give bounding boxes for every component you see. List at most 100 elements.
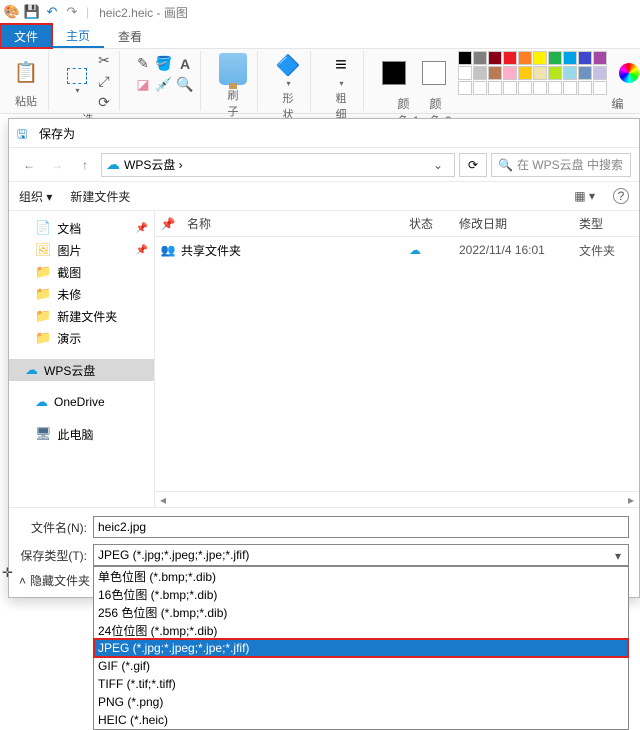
palette-swatch[interactable] xyxy=(473,66,487,80)
crop-icon[interactable]: ✂ xyxy=(95,51,113,69)
redo-icon[interactable]: ↷ xyxy=(64,4,80,20)
palette-swatch[interactable] xyxy=(473,51,487,65)
palette-swatch[interactable] xyxy=(548,81,562,95)
dialog-title: 保存为 xyxy=(39,125,75,142)
palette-swatch[interactable] xyxy=(518,51,532,65)
color2-button[interactable] xyxy=(418,59,450,87)
chevron-down-icon[interactable]: ⌄ xyxy=(426,158,450,172)
help-button[interactable]: ? xyxy=(613,188,629,204)
picker-icon[interactable]: 💉 xyxy=(155,76,173,94)
view-button[interactable]: ▦ ▾ xyxy=(574,189,595,203)
file-row[interactable]: 👥 共享文件夹 ☁ 2022/11/4 16:01 文件夹 xyxy=(155,237,639,263)
forward-button[interactable]: → xyxy=(45,153,69,177)
shapes-button[interactable]: 🔷 ▾ xyxy=(272,51,304,90)
palette-swatch[interactable] xyxy=(563,81,577,95)
chevron-down-icon[interactable]: ▾ xyxy=(610,547,626,565)
newfolder-button[interactable]: 新建文件夹 xyxy=(70,188,130,205)
nav-pictures[interactable]: 🖼图片📌 xyxy=(9,239,154,261)
palette-swatch[interactable] xyxy=(458,51,472,65)
stroke-button[interactable]: ≡ ▾ xyxy=(325,51,357,90)
palette-swatch[interactable] xyxy=(593,66,607,80)
nav-thispc[interactable]: 🖥此电脑 xyxy=(9,423,154,445)
palette-swatch[interactable] xyxy=(458,81,472,95)
palette-swatch[interactable] xyxy=(578,51,592,65)
breadcrumb-text: WPS云盘 › xyxy=(124,156,183,173)
palette-swatch[interactable] xyxy=(563,66,577,80)
file-name: 共享文件夹 xyxy=(181,242,409,259)
nav-presentation[interactable]: 📁演示 xyxy=(9,327,154,349)
nav-screenshots[interactable]: 📁截图 xyxy=(9,261,154,283)
palette-swatch[interactable] xyxy=(548,51,562,65)
resize-icon[interactable]: ⤢ xyxy=(95,72,113,90)
rotate-icon[interactable]: ⟳ xyxy=(95,93,113,111)
palette-swatch[interactable] xyxy=(533,81,547,95)
savetype-option[interactable]: TIFF (*.tif;*.tiff) xyxy=(94,675,628,693)
palette-swatch[interactable] xyxy=(593,81,607,95)
savetype-option[interactable]: 256 色位图 (*.bmp;*.dib) xyxy=(94,603,628,621)
savetype-combo[interactable]: JPEG (*.jpg;*.jpeg;*.jpe;*.jfif) ▾ 单色位图 … xyxy=(93,544,629,566)
palette-swatch[interactable] xyxy=(503,51,517,65)
tab-view[interactable]: 查看 xyxy=(104,24,156,48)
eraser-icon[interactable]: ◪ xyxy=(134,76,152,94)
pencil-icon[interactable]: ✎ xyxy=(134,55,152,73)
zoom-icon[interactable]: 🔍 xyxy=(176,76,194,94)
name-column[interactable]: 名称 xyxy=(181,215,409,232)
horizontal-scrollbar[interactable]: ◂ ▸ xyxy=(155,491,639,507)
up-button[interactable]: ↑ xyxy=(73,153,97,177)
savetype-option[interactable]: JPEG (*.jpg;*.jpeg;*.jpe;*.jfif) xyxy=(94,639,628,657)
color-palette[interactable] xyxy=(458,51,607,95)
savetype-option[interactable]: 16色位图 (*.bmp;*.dib) xyxy=(94,585,628,603)
savetype-option[interactable]: PNG (*.png) xyxy=(94,693,628,711)
palette-swatch[interactable] xyxy=(578,66,592,80)
palette-swatch[interactable] xyxy=(488,51,502,65)
nav-documents[interactable]: 📄文档📌 xyxy=(9,217,154,239)
filename-input[interactable] xyxy=(93,516,629,538)
fill-icon[interactable]: 🪣 xyxy=(155,55,173,73)
pin-column[interactable]: 📌 xyxy=(155,217,181,231)
color1-button[interactable] xyxy=(378,59,410,87)
refresh-button[interactable]: ⟳ xyxy=(459,153,487,177)
palette-swatch[interactable] xyxy=(503,66,517,80)
palette-swatch[interactable] xyxy=(533,66,547,80)
palette-swatch[interactable] xyxy=(518,81,532,95)
scroll-right-icon[interactable]: ▸ xyxy=(623,493,639,507)
save-icon[interactable]: 💾 xyxy=(24,4,40,20)
tab-home[interactable]: 主页 xyxy=(52,24,104,48)
scroll-left-icon[interactable]: ◂ xyxy=(155,493,171,507)
nav-onedrive[interactable]: ☁OneDrive xyxy=(9,391,154,413)
brush-button[interactable] xyxy=(215,51,251,87)
select-button[interactable]: ▾ xyxy=(63,66,91,97)
nav-untitled[interactable]: 📁未修 xyxy=(9,283,154,305)
palette-swatch[interactable] xyxy=(488,81,502,95)
tab-file[interactable]: 文件 xyxy=(0,24,52,48)
savetype-option[interactable]: 24位位图 (*.bmp;*.dib) xyxy=(94,621,628,639)
savetype-option[interactable]: GIF (*.gif) xyxy=(94,657,628,675)
text-icon[interactable]: A xyxy=(176,55,194,73)
palette-swatch[interactable] xyxy=(578,81,592,95)
palette-swatch[interactable] xyxy=(488,66,502,80)
back-button[interactable]: ← xyxy=(17,153,41,177)
palette-swatch[interactable] xyxy=(533,51,547,65)
organize-button[interactable]: 组织 ▾ xyxy=(19,188,52,205)
nav-newfolder[interactable]: 📁新建文件夹 xyxy=(9,305,154,327)
paste-button[interactable]: 📋 xyxy=(10,58,42,86)
palette-swatch[interactable] xyxy=(548,66,562,80)
palette-swatch[interactable] xyxy=(473,81,487,95)
palette-swatch[interactable] xyxy=(518,66,532,80)
file-status: ☁ xyxy=(409,243,459,257)
status-column[interactable]: 状态 xyxy=(409,215,459,232)
palette-swatch[interactable] xyxy=(458,66,472,80)
palette-swatch[interactable] xyxy=(503,81,517,95)
palette-swatch[interactable] xyxy=(593,51,607,65)
date-column[interactable]: 修改日期 xyxy=(459,215,579,232)
breadcrumb[interactable]: ☁ WPS云盘 › ⌄ xyxy=(101,153,455,177)
edit-colors-button[interactable] xyxy=(615,61,640,85)
undo-icon[interactable]: ↶ xyxy=(44,4,60,20)
palette-swatch[interactable] xyxy=(563,51,577,65)
nav-wps-cloud[interactable]: ☁WPS云盘 xyxy=(9,359,154,381)
pc-icon: 🖥 xyxy=(35,426,52,442)
type-column[interactable]: 类型 xyxy=(579,215,639,232)
savetype-option[interactable]: HEIC (*.heic) xyxy=(94,711,628,729)
search-input[interactable]: 🔍 在 WPS云盘 中搜索 xyxy=(491,153,631,177)
savetype-option[interactable]: 单色位图 (*.bmp;*.dib) xyxy=(94,567,628,585)
